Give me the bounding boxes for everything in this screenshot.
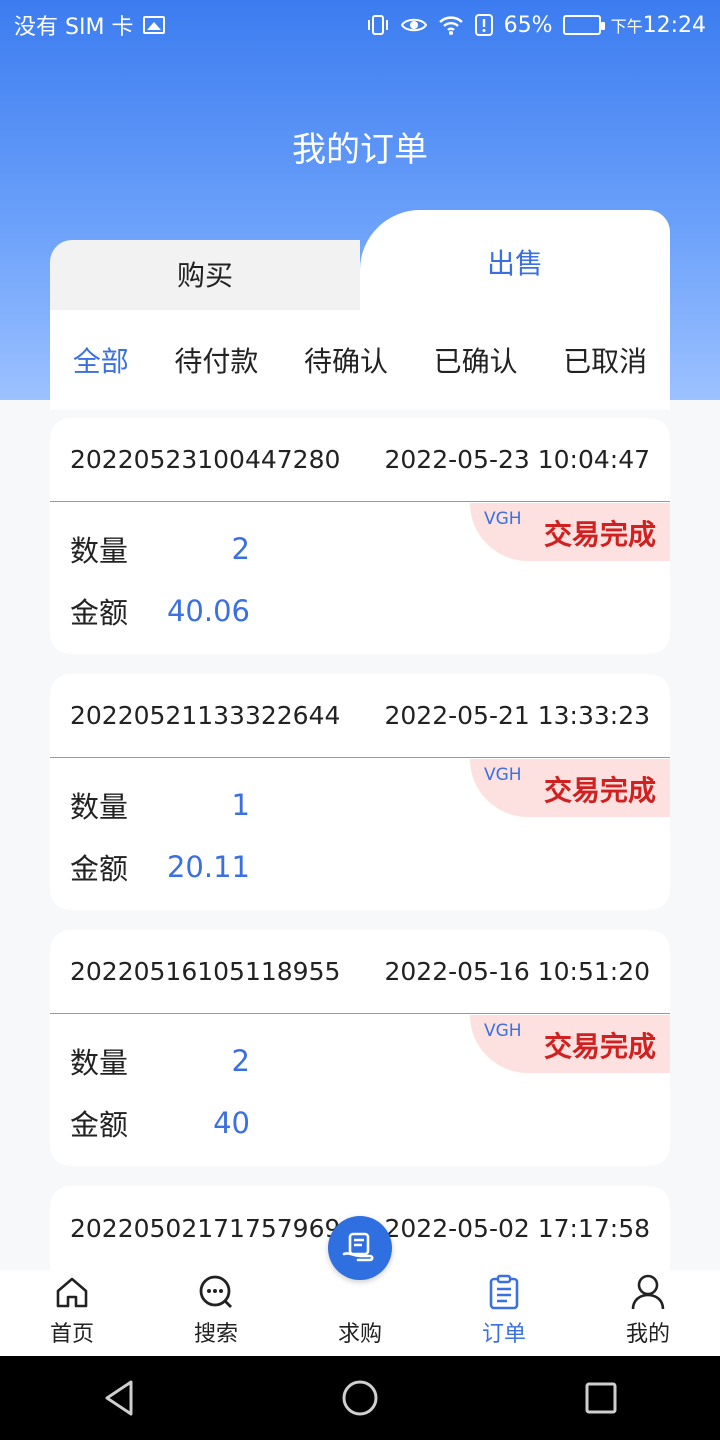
nav-profile-label: 我的: [625, 1322, 670, 1347]
nav-search-label: 搜索: [193, 1322, 238, 1347]
order-header: 20220516105118955 2022-05-16 10:51:20: [50, 930, 670, 1014]
request-buy-icon: [328, 1216, 392, 1280]
wifi-icon: [438, 16, 463, 35]
home-icon: [54, 1272, 90, 1312]
alert-icon: [474, 14, 493, 36]
order-datetime: 2022-05-23 10:04:47: [384, 445, 650, 474]
page-title: 我的订单: [292, 130, 428, 170]
tab-sell[interactable]: 出售: [360, 210, 670, 320]
time-prefix: 下午: [610, 16, 643, 36]
eye-icon: [400, 18, 427, 32]
battery-icon: [562, 15, 605, 35]
battery-percent: 65%: [503, 12, 553, 38]
quantity-label: 数量: [70, 534, 129, 568]
order-header: 20220521133322644 2022-05-21 13:33:23: [50, 674, 670, 758]
order-card[interactable]: 20220516105118955 2022-05-16 10:51:20 VG…: [50, 930, 670, 1166]
amount-value: 40.06: [166, 594, 250, 628]
amount-value: 20.11: [166, 850, 250, 884]
amount-label: 金额: [70, 1108, 129, 1142]
order-tabs: 购买 出售 全部 待付款 待确认 已确认 已取消: [50, 210, 670, 410]
image-notification-icon: [143, 16, 166, 34]
vibrate-icon: [367, 15, 388, 35]
filter-all[interactable]: 全部: [73, 340, 129, 380]
nav-home[interactable]: 首页: [0, 1272, 144, 1348]
status-filter-bar: 全部 待付款 待确认 已确认 已取消: [50, 310, 670, 410]
order-id: 20220521133322644: [70, 701, 341, 730]
clipboard-icon: [488, 1272, 520, 1312]
quantity-value: 2: [231, 532, 250, 566]
order-body: 数量 2 金额 40: [50, 1014, 670, 1166]
order-body: 数量 1 金额 20.11: [50, 758, 670, 910]
order-id: 20220502171757969: [70, 1213, 341, 1243]
status-bar: 没有 SIM 卡 65% 下午12:24: [0, 0, 720, 50]
nav-orders[interactable]: 订单: [432, 1272, 576, 1348]
quantity-label: 数量: [70, 1046, 129, 1080]
order-header: 20220523100447280 2022-05-23 10:04:47: [50, 418, 670, 502]
quantity-value: 1: [231, 788, 250, 822]
order-datetime: 2022-05-02 17:17:58: [384, 1213, 650, 1243]
filter-pending-payment[interactable]: 待付款: [174, 340, 258, 380]
nav-request-buy-label: 求购: [337, 1322, 382, 1347]
filter-cancelled[interactable]: 已取消: [563, 340, 647, 380]
order-card[interactable]: 20220523100447280 2022-05-23 10:04:47 VG…: [50, 418, 670, 654]
order-id: 20220523100447280: [70, 445, 341, 474]
order-datetime: 2022-05-16 10:51:20: [384, 957, 650, 986]
filter-confirmed[interactable]: 已确认: [434, 340, 518, 380]
clock: 12:24: [642, 12, 706, 38]
nav-profile[interactable]: 我的: [576, 1272, 720, 1348]
system-nav-bar: [0, 1356, 720, 1440]
nav-home-label: 首页: [49, 1322, 94, 1347]
amount-label: 金额: [70, 852, 129, 886]
nav-search[interactable]: 搜索: [144, 1272, 288, 1348]
order-card[interactable]: 20220521133322644 2022-05-21 13:33:23 VG…: [50, 674, 670, 910]
amount-value: 40: [213, 1106, 250, 1140]
amount-label: 金额: [70, 596, 129, 630]
order-id: 20220516105118955: [70, 957, 341, 986]
quantity-value: 2: [231, 1044, 250, 1078]
back-icon[interactable]: [101, 1378, 137, 1418]
quantity-label: 数量: [70, 790, 129, 824]
home-circle-icon[interactable]: [340, 1378, 380, 1418]
carrier-text: 没有 SIM 卡: [14, 15, 134, 40]
tab-buy[interactable]: 购买: [50, 240, 360, 320]
recents-icon[interactable]: [583, 1380, 619, 1416]
person-icon: [630, 1272, 666, 1312]
chat-search-icon: [197, 1272, 235, 1312]
nav-orders-label: 订单: [481, 1322, 526, 1347]
order-datetime: 2022-05-21 13:33:23: [384, 701, 650, 730]
nav-request-buy[interactable]: 求购: [288, 1216, 432, 1348]
bottom-nav: 首页 搜索 求购 订单 我的: [0, 1216, 720, 1356]
order-body: 数量 2 金额 40.06: [50, 502, 670, 654]
filter-pending-confirm[interactable]: 待确认: [304, 340, 388, 380]
